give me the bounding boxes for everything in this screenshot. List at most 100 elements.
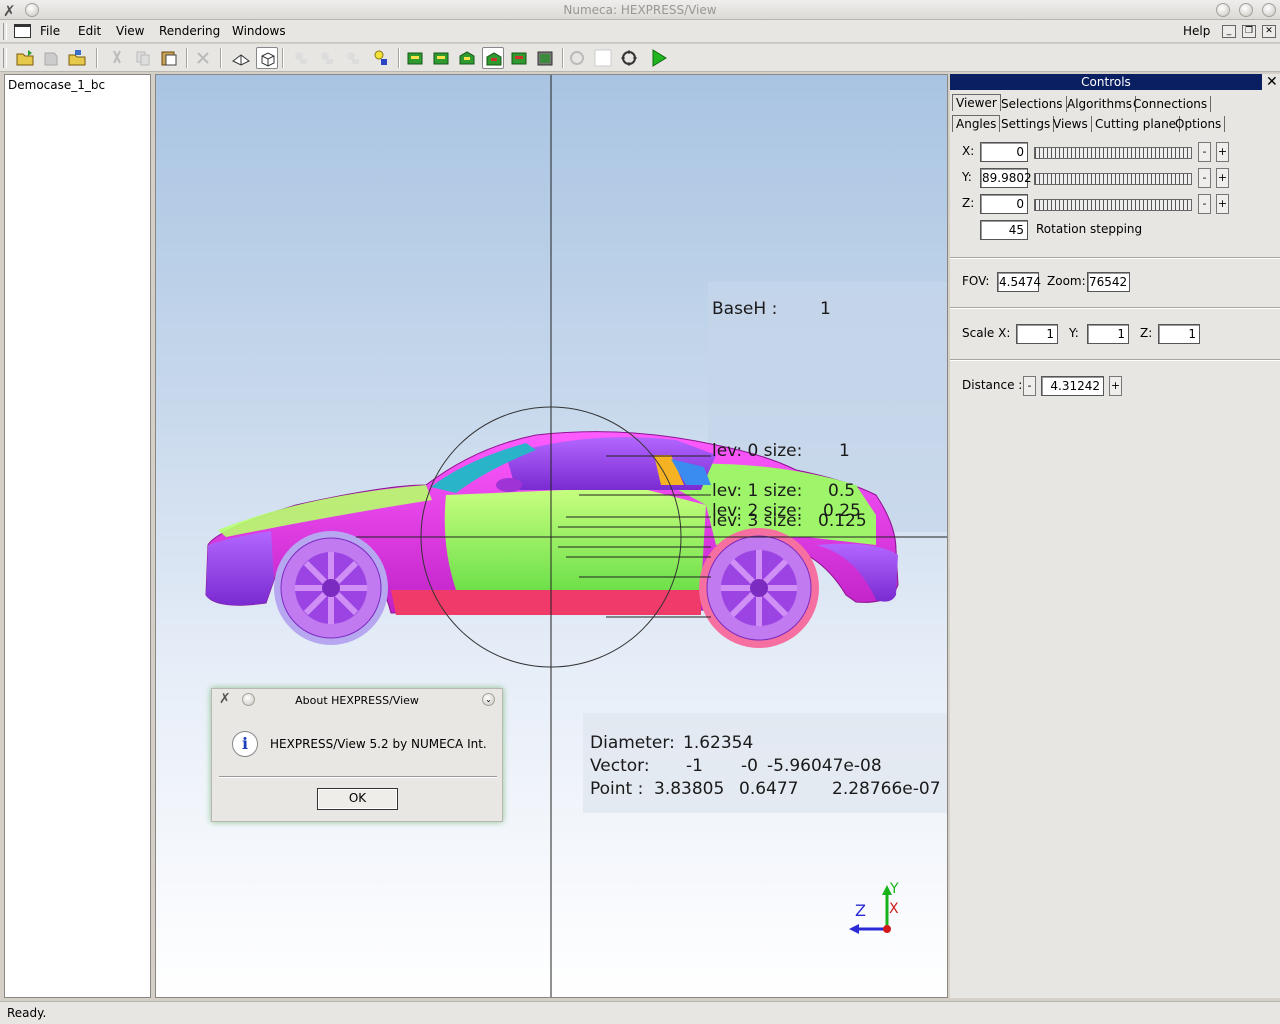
optimize-mesh-icon[interactable] [508,47,530,69]
angle-x-slider[interactable] [1034,147,1192,159]
angle-x-label: X: [962,144,975,158]
mdi-close-button[interactable]: ✕ [1262,25,1276,38]
toolbar-grip [3,48,7,68]
refresh-icon[interactable] [618,47,640,69]
point-label: Point : [590,779,644,799]
light-bulb-icon[interactable] [370,47,392,69]
tab-selections[interactable]: Selections [998,96,1067,112]
angle-z-input[interactable]: 0 [980,194,1028,214]
snap-mesh-icon[interactable] [482,47,504,69]
menu-bar: File Edit View Rendering Windows Help _ … [0,20,1280,43]
tree-item-democase[interactable]: Democase_1_bc [8,78,105,92]
distance-increment[interactable]: + [1109,376,1122,396]
toolbar-separator [220,48,222,68]
menu-view[interactable]: View [116,24,144,38]
tab-algorithms[interactable]: Algorithms [1064,96,1137,112]
document-window-icon[interactable] [14,24,31,38]
run-icon[interactable] [648,47,670,69]
angle-z-decrement[interactable]: - [1198,194,1211,214]
section-divider [950,359,1280,361]
zoom-label: Zoom: [1047,274,1086,288]
axis-y-label: Y [890,881,899,897]
delete-icon [192,47,214,69]
scale-y-input[interactable]: 1 [1087,324,1129,344]
fov-input[interactable]: 4.5474 [997,272,1041,292]
scale-z-input[interactable]: 1 [1158,324,1200,344]
level-0-value: 1 [839,441,850,461]
info-icon: i [232,731,258,757]
diameter-value: 1.62354 [683,733,754,753]
angle-z-increment[interactable]: + [1216,194,1229,214]
adapt-mesh-icon[interactable] [456,47,478,69]
distance-input[interactable]: 4.31242 [1041,376,1104,396]
section-divider [950,257,1280,259]
blank-icon[interactable] [592,47,614,69]
domain-icon[interactable] [404,47,426,69]
about-dialog: ✗ About HEXPRESS/View ⌄ i HEXPRESS/View … [211,688,503,822]
angle-y-increment[interactable]: + [1216,168,1229,188]
level-3-value: 0.125 [818,511,867,531]
angle-y-input[interactable]: 89.9802 [980,168,1032,188]
vector-x: -1 [686,756,703,776]
tab-cutting-plane[interactable]: Cutting plane [1092,116,1181,132]
ok-button[interactable]: OK [317,788,398,810]
angle-z-slider[interactable] [1034,199,1192,211]
tab-options[interactable]: Options [1172,116,1226,132]
zoom-input[interactable]: 76542 [1087,272,1130,292]
rear-wheel [699,528,819,648]
close-window-button[interactable] [1262,3,1276,17]
rotation-stepping-input[interactable]: 45 [980,220,1028,240]
angle-y-decrement[interactable]: - [1198,168,1211,188]
tab-angles[interactable]: Angles [952,115,1001,132]
copy-icon [132,47,154,69]
scale-y-label: Y: [1069,326,1079,340]
fov-label: FOV: [962,274,990,288]
distance-decrement[interactable]: - [1023,376,1036,396]
window-title: Numeca: HEXPRESS/View [563,3,717,17]
cube-view-icon[interactable] [256,47,278,69]
scale-x-input[interactable]: 1 [1016,324,1058,344]
menu-rendering[interactable]: Rendering [159,24,220,38]
angle-x-input[interactable]: 0 [980,142,1028,162]
about-message: HEXPRESS/View 5.2 by NUMECA Int. [270,737,487,751]
point-z: 2.28766e-07 [832,779,941,799]
controls-panel: Controls ✕ Viewer Selections Algorithms … [950,74,1280,998]
maximize-window-button[interactable] [1239,3,1253,17]
open-file-icon[interactable] [14,47,36,69]
toolbar-separator [282,48,284,68]
3d-viewport[interactable]: BaseH : 1 lev: 0 size: 1 lev: 1 size: 0.… [155,74,948,998]
angle-x-decrement[interactable]: - [1198,142,1211,162]
menu-file[interactable]: File [40,24,60,38]
paste-icon[interactable] [158,47,180,69]
mdi-restore-button[interactable]: ❐ [1242,25,1256,38]
angle-x-increment[interactable]: + [1216,142,1229,162]
tab-settings[interactable]: Settings [998,116,1055,132]
dialog-divider [219,776,497,778]
minimize-window-button[interactable] [1216,3,1230,17]
menu-help[interactable]: Help [1183,24,1210,38]
menu-windows[interactable]: Windows [232,24,286,38]
mesh-tool-2-icon [316,47,338,69]
open-folder-icon[interactable] [66,47,88,69]
dialog-collapse-button[interactable]: ⌄ [482,693,495,706]
title-bar: ✗ Numeca: HEXPRESS/View [0,0,1280,20]
angle-y-slider[interactable] [1034,173,1192,185]
vector-y: -0 [741,756,758,776]
scale-x-label: Scale X: [962,326,1011,340]
viscous-layers-icon[interactable] [534,47,556,69]
close-controls-icon[interactable]: ✕ [1266,74,1278,90]
mdi-minimize-button[interactable]: _ [1222,25,1236,38]
front-wheel [274,531,388,645]
perspective-view-icon[interactable] [230,47,252,69]
toolbar-separator [398,48,400,68]
init-mesh-icon[interactable] [430,47,452,69]
tab-connections[interactable]: Connections [1130,96,1212,112]
cut-icon [106,47,128,69]
baseh-value: 1 [820,299,831,319]
tab-views[interactable]: Views [1050,116,1092,132]
about-dialog-titlebar: ✗ About HEXPRESS/View ⌄ [212,689,502,711]
tab-viewer[interactable]: Viewer [952,94,1001,111]
about-dialog-title: About HEXPRESS/View [295,694,419,707]
menu-edit[interactable]: Edit [78,24,101,38]
axis-x-label: X [889,901,899,917]
